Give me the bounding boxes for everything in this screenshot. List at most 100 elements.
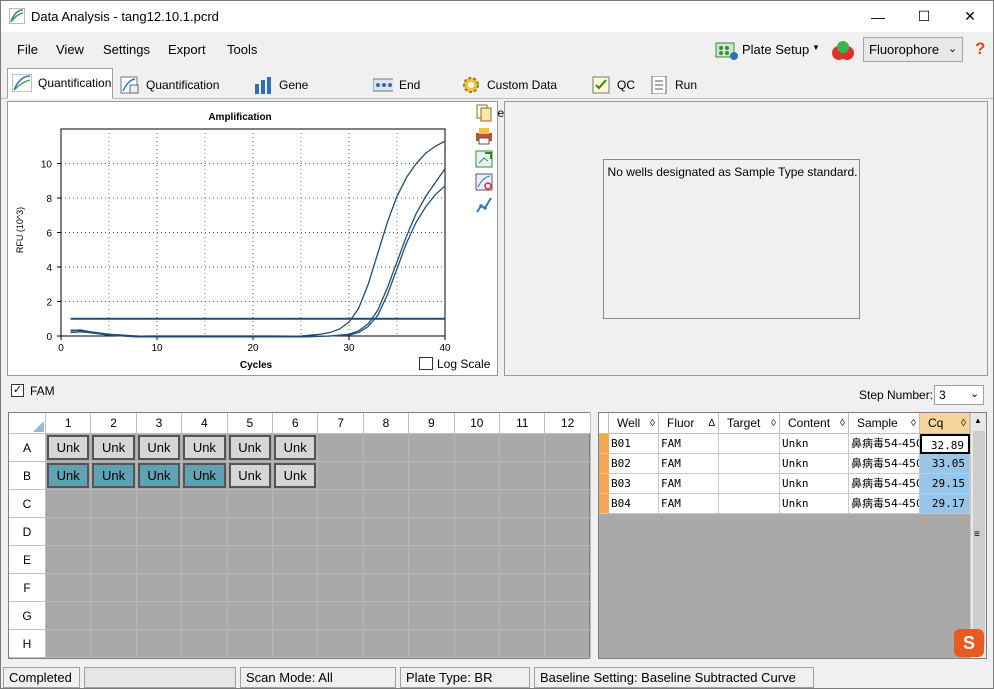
menu-file[interactable]: File xyxy=(17,42,38,57)
plate-well-cell[interactable] xyxy=(318,630,364,658)
plate-column-header[interactable]: 7 xyxy=(318,413,364,434)
plate-well-cell[interactable] xyxy=(545,518,591,546)
cell-fluor[interactable]: FAM xyxy=(659,434,719,454)
plate-well-cell[interactable] xyxy=(227,546,273,574)
plate-well[interactable]: Unk xyxy=(183,435,226,460)
cell-content[interactable]: Unkn xyxy=(780,454,849,474)
plate-well-cell[interactable] xyxy=(136,602,183,630)
cell-fluor[interactable]: FAM xyxy=(659,494,719,514)
plate-well-cell[interactable] xyxy=(363,462,410,490)
sort-icon[interactable]: Δ xyxy=(708,413,715,434)
curve-fit-icon[interactable] xyxy=(475,196,493,214)
plate-column-header[interactable]: 11 xyxy=(500,413,546,434)
plate-well-cell[interactable] xyxy=(409,574,455,602)
maximize-button[interactable]: ☐ xyxy=(901,1,947,32)
menu-view[interactable]: View xyxy=(56,42,84,57)
tab-qc[interactable]: QC xyxy=(586,70,641,98)
plate-well-cell[interactable] xyxy=(136,574,183,602)
plate-well-cell[interactable] xyxy=(363,518,410,546)
column-header-fluor[interactable]: Fluor Δ xyxy=(659,413,719,434)
menu-tools[interactable]: Tools xyxy=(227,42,257,57)
cell-content[interactable]: Unkn xyxy=(780,434,849,454)
plate-well-cell[interactable] xyxy=(273,518,319,546)
plate-well-cell[interactable] xyxy=(136,546,183,574)
plate-column-header[interactable]: 5 xyxy=(227,413,273,434)
plate-well-cell[interactable] xyxy=(227,574,273,602)
plate-well-cell[interactable] xyxy=(318,518,364,546)
plate-well-cell[interactable] xyxy=(500,490,546,518)
cell-well[interactable]: B04 xyxy=(609,494,659,514)
plate-row-header[interactable]: B xyxy=(9,462,46,490)
plate-well-cell[interactable] xyxy=(182,518,228,546)
table-scrollbar[interactable]: ▲ ≡ ▼ xyxy=(970,413,986,658)
plate-well-cell[interactable] xyxy=(454,574,500,602)
plate-column-header[interactable]: 3 xyxy=(136,413,183,434)
cell-target[interactable] xyxy=(719,434,780,454)
plate-well-cell[interactable] xyxy=(91,602,137,630)
plate-corner[interactable] xyxy=(9,413,46,434)
plate-well-cell[interactable] xyxy=(409,434,455,462)
column-header-content[interactable]: Content ◊ xyxy=(780,413,849,434)
plate-column-header[interactable]: 12 xyxy=(545,413,591,434)
plate-well-cell[interactable] xyxy=(363,630,410,658)
plate-well[interactable]: Unk xyxy=(274,463,317,488)
plate-well-cell[interactable] xyxy=(227,602,273,630)
plate-well[interactable]: Unk xyxy=(183,463,226,488)
plate-well-cell[interactable] xyxy=(500,462,546,490)
plate-well-cell[interactable] xyxy=(318,602,364,630)
plate-well-cell[interactable] xyxy=(136,518,183,546)
sort-icon[interactable]: ◊ xyxy=(961,413,966,434)
menu-settings[interactable]: Settings xyxy=(103,42,150,57)
plate-row-header[interactable]: A xyxy=(9,434,46,462)
sort-icon[interactable]: ◊ xyxy=(771,413,776,434)
fam-checkbox[interactable]: ✓ xyxy=(11,384,24,397)
plate-well-cell[interactable] xyxy=(545,574,591,602)
help-icon[interactable]: ? xyxy=(975,39,985,59)
cell-cq[interactable]: 29.15 xyxy=(920,474,970,494)
fluorophore-select[interactable]: Fluorophore ⌄ xyxy=(863,37,963,62)
plate-well-cell[interactable] xyxy=(454,462,500,490)
plate-well-cell[interactable] xyxy=(318,490,364,518)
plate-well-cell[interactable] xyxy=(182,602,228,630)
plate-well-cell[interactable] xyxy=(136,490,183,518)
chart-settings-icon[interactable] xyxy=(475,173,493,191)
plate-well[interactable]: Unk xyxy=(137,435,181,460)
step-number-select[interactable]: 3 ⌄ xyxy=(934,385,984,405)
plate-column-header[interactable]: 8 xyxy=(363,413,410,434)
plate-well-cell[interactable] xyxy=(273,574,319,602)
plate-well-cell[interactable] xyxy=(227,518,273,546)
plate-well-cell[interactable] xyxy=(318,546,364,574)
plate-well-cell[interactable] xyxy=(363,574,410,602)
plate-well-cell[interactable] xyxy=(182,490,228,518)
plate-row-header[interactable]: E xyxy=(9,546,46,574)
plate-well-cell[interactable] xyxy=(545,462,591,490)
plate-well-cell[interactable] xyxy=(545,490,591,518)
log-scale-checkbox[interactable] xyxy=(419,357,433,370)
plate-well-cell[interactable] xyxy=(91,490,137,518)
plate-well-cell[interactable] xyxy=(318,434,364,462)
plate-well-cell[interactable] xyxy=(91,518,137,546)
cell-sample[interactable]: 鼻病毒54-450 xyxy=(849,434,920,454)
print-icon[interactable] xyxy=(475,127,493,145)
plate-well-cell[interactable] xyxy=(273,630,319,658)
plate-well-cell[interactable] xyxy=(409,602,455,630)
plate-well-cell[interactable] xyxy=(363,434,410,462)
plate-column-header[interactable]: 9 xyxy=(409,413,455,434)
plate-well-cell[interactable] xyxy=(46,490,92,518)
ime-badge-icon[interactable]: S xyxy=(954,629,984,657)
tab-run-information[interactable]: Run Information xyxy=(644,70,755,120)
plate-well[interactable]: Unk xyxy=(92,463,135,488)
plate-well[interactable]: Unk xyxy=(228,463,271,488)
plate-well-cell[interactable] xyxy=(182,630,228,658)
plate-well-cell[interactable] xyxy=(46,546,92,574)
plate-well-cell[interactable] xyxy=(273,602,319,630)
row-selector[interactable] xyxy=(599,434,609,454)
cell-sample[interactable]: 鼻病毒54-450 xyxy=(849,454,920,474)
plate-well-cell[interactable] xyxy=(91,574,137,602)
plate-well-cell[interactable] xyxy=(454,630,500,658)
plate-row-header[interactable]: H xyxy=(9,630,46,658)
plate-row-header[interactable]: G xyxy=(9,602,46,630)
row-selector[interactable] xyxy=(599,494,609,514)
plate-setup-button[interactable]: Plate Setup ▼ xyxy=(713,37,823,63)
plate-well-cell[interactable] xyxy=(409,490,455,518)
